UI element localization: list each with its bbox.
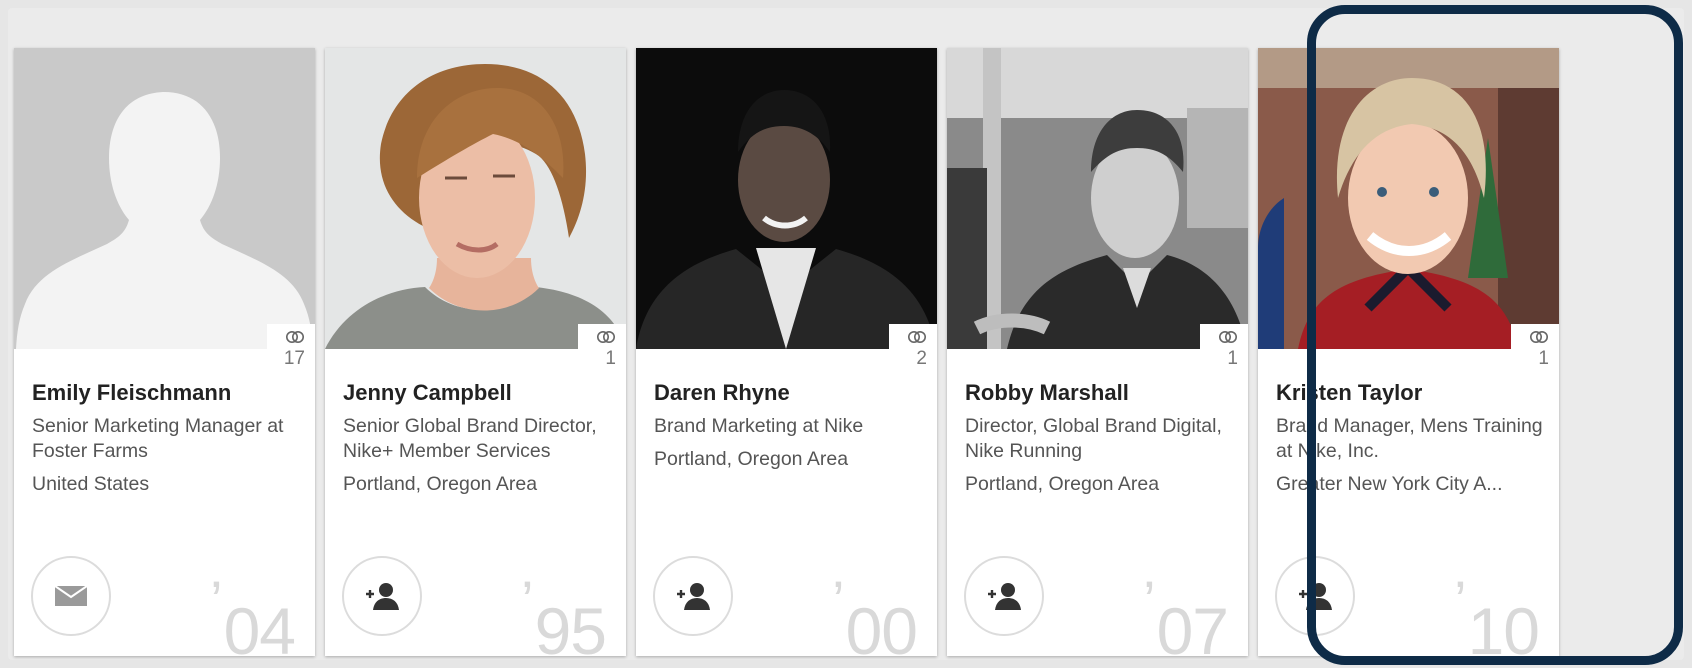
- profile-photo[interactable]: [1258, 48, 1559, 349]
- shared-connections-count: 17: [283, 348, 305, 369]
- woman-smiling-icon: [1258, 48, 1559, 349]
- graduation-year: ’07: [1143, 573, 1229, 657]
- profile-headline: Brand Manager, Mens Training at Nike, In…: [1276, 414, 1544, 497]
- year-apostrophe: ’: [210, 569, 222, 632]
- profile-headline: Director, Global Brand Digital, Nike Run…: [965, 414, 1233, 497]
- profile-photo[interactable]: [325, 48, 626, 349]
- profile-headline-text: Senior Marketing Manager at Foster Farms: [32, 415, 284, 462]
- shared-connections-count: 1: [1227, 348, 1238, 369]
- profile-card[interactable]: 17 Emily Fleischmann Senior Marketing Ma…: [14, 48, 315, 656]
- profile-location: United States: [32, 473, 150, 495]
- shared-connections-icon: [1529, 330, 1549, 344]
- profile-location: Greater New York City A...: [1276, 473, 1503, 495]
- profile-name[interactable]: Emily Fleischmann: [32, 380, 300, 406]
- default-avatar-silhouette-icon: [14, 48, 315, 349]
- profile-name[interactable]: Jenny Campbell: [343, 380, 611, 406]
- shared-connections[interactable]: 17: [267, 324, 315, 374]
- shared-connections-icon: [596, 330, 616, 344]
- year-apostrophe: ’: [1454, 569, 1466, 632]
- graduation-year: ’10: [1454, 573, 1540, 657]
- year-digits: 10: [1467, 594, 1540, 656]
- profile-card[interactable]: 2 Daren Rhyne Brand Marketing at Nike Po…: [636, 48, 937, 656]
- shared-connections-count: 1: [605, 348, 616, 369]
- profile-name[interactable]: Kristen Taylor: [1276, 380, 1544, 406]
- year-apostrophe: ’: [832, 569, 844, 632]
- profile-headline: Brand Marketing at Nike Portland, Oregon…: [654, 414, 922, 472]
- profile-location: Portland, Oregon Area: [654, 448, 849, 470]
- profile-photo[interactable]: [636, 48, 937, 349]
- shared-connections-count: 2: [916, 348, 927, 369]
- graduation-year: ’95: [521, 573, 607, 657]
- profile-headline-text: Brand Marketing at Nike: [654, 415, 864, 437]
- mail-icon: [55, 586, 87, 606]
- profile-headline-text: Brand Manager, Mens Training at Nike, In…: [1276, 415, 1543, 462]
- profile-headline-text: Senior Global Brand Director, Nike+ Memb…: [343, 415, 597, 462]
- shared-connections[interactable]: 2: [889, 324, 937, 374]
- connect-button[interactable]: [1275, 556, 1355, 636]
- add-connection-icon: [1295, 580, 1335, 612]
- profile-photo[interactable]: [14, 48, 315, 349]
- connect-button[interactable]: [964, 556, 1044, 636]
- man-portrait-icon: [636, 48, 937, 349]
- graduation-year: ’00: [832, 573, 918, 657]
- year-apostrophe: ’: [1143, 569, 1155, 632]
- shared-connections-count: 1: [1538, 348, 1549, 369]
- year-digits: 00: [845, 594, 918, 656]
- profile-location: Portland, Oregon Area: [343, 473, 538, 495]
- shared-connections-icon: [285, 330, 305, 344]
- profile-photo[interactable]: [947, 48, 1248, 349]
- profile-headline: Senior Global Brand Director, Nike+ Memb…: [343, 414, 611, 497]
- year-apostrophe: ’: [521, 569, 533, 632]
- profile-card[interactable]: 1 Jenny Campbell Senior Global Brand Dir…: [325, 48, 626, 656]
- graduation-year: ’04: [210, 573, 296, 657]
- send-message-button[interactable]: [31, 556, 111, 636]
- man-on-train-icon: [947, 48, 1248, 349]
- connect-button[interactable]: [653, 556, 733, 636]
- add-connection-icon: [984, 580, 1024, 612]
- connect-button[interactable]: [342, 556, 422, 636]
- profile-name[interactable]: Robby Marshall: [965, 380, 1233, 406]
- shared-connections[interactable]: 1: [1511, 324, 1559, 374]
- add-connection-icon: [362, 580, 402, 612]
- shared-connections[interactable]: 1: [578, 324, 626, 374]
- woman-portrait-icon: [325, 48, 626, 349]
- shared-connections[interactable]: 1: [1200, 324, 1248, 374]
- profile-headline-text: Director, Global Brand Digital, Nike Run…: [965, 415, 1222, 462]
- profile-card[interactable]: 1 Robby Marshall Director, Global Brand …: [947, 48, 1248, 656]
- add-connection-icon: [673, 580, 713, 612]
- year-digits: 04: [223, 594, 296, 656]
- profile-location: Portland, Oregon Area: [965, 473, 1160, 495]
- shared-connections-icon: [1218, 330, 1238, 344]
- profile-headline: Senior Marketing Manager at Foster Farms…: [32, 414, 300, 497]
- profile-card[interactable]: 1 Kristen Taylor Brand Manager, Mens Tra…: [1258, 48, 1559, 656]
- profile-name[interactable]: Daren Rhyne: [654, 380, 922, 406]
- people-carousel: 17 Emily Fleischmann Senior Marketing Ma…: [8, 8, 1684, 660]
- shared-connections-icon: [907, 330, 927, 344]
- year-digits: 95: [534, 594, 607, 656]
- year-digits: 07: [1156, 594, 1229, 656]
